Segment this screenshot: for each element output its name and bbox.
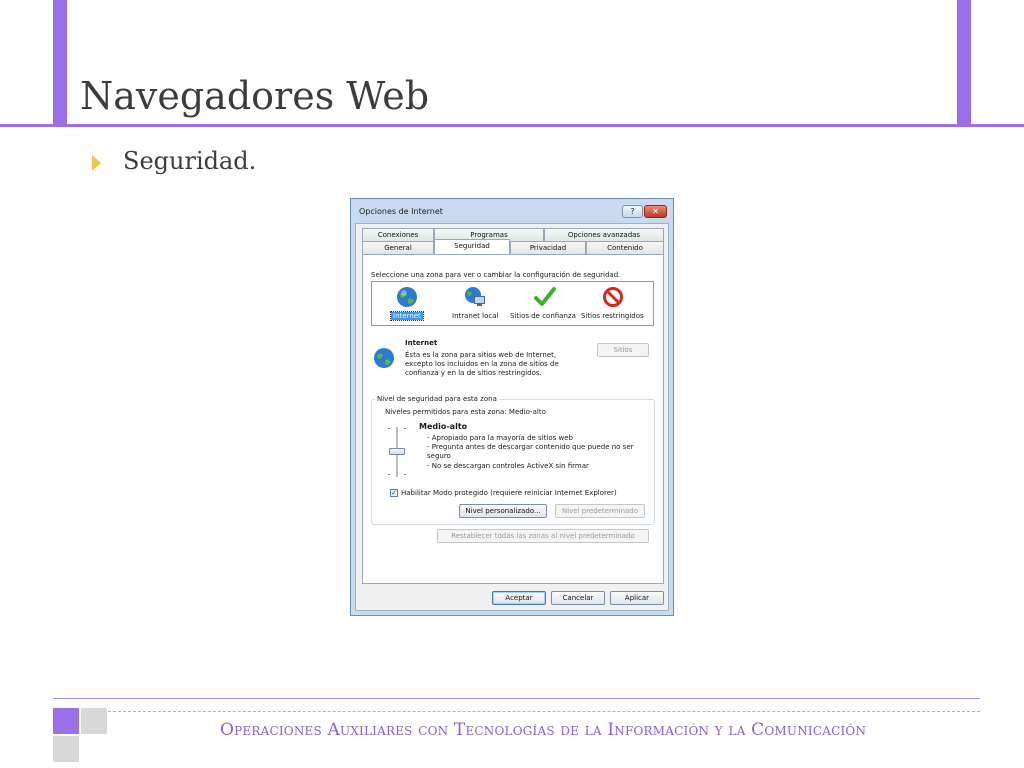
slider-tick [388,474,390,475]
close-button[interactable]: ✕ [644,205,667,218]
apply-button[interactable]: Aplicar [610,591,664,605]
sites-button[interactable]: Sitios [597,343,649,357]
allowed-levels-text: Niveles permitidos para esta zona: Medio… [385,408,546,416]
prohibited-icon[interactable] [602,286,624,308]
slider-tick [404,428,406,429]
footer-dashed-rule [108,711,980,712]
slider-tick [404,474,406,475]
tab-conexiones[interactable]: Conexiones [362,228,434,241]
zone-sitios-restringidos[interactable]: Sitios restringidos [581,312,644,320]
tab-opciones-avanzadas[interactable]: Opciones avanzadas [544,228,664,241]
tab-seguridad[interactable]: Seguridad [434,239,510,254]
footer-rule [53,698,980,699]
left-accent-bar [53,0,67,126]
right-accent-bar [957,0,971,126]
slide-title: Navegadores Web [80,74,430,118]
globe-icon[interactable] [396,286,418,308]
footer-square-grey-lower [53,736,79,762]
level-name: Medio-alto [419,422,468,431]
tab-general[interactable]: General [362,241,434,254]
level-detail-3: - No se descargan controles ActiveX sin … [427,462,589,470]
cancel-button[interactable]: Cancelar [551,591,605,605]
zone-sitios-confianza[interactable]: Sitios de confianza [510,312,576,320]
footer-square-grey [81,708,107,734]
footer-square-purple [53,708,79,734]
zone-info-line1: Ésta es la zona para sitios web de Inter… [405,351,557,359]
footer-text: Operaciones Auxiliares con Tecnologías d… [220,720,867,740]
level-detail-1: - Apropiado para la mayoría de sitios we… [427,434,573,442]
slider-tick [388,428,390,429]
protected-mode-checkbox[interactable]: ✓ [390,489,398,497]
bullet-text: Seguridad. [123,147,257,175]
dialog-title: Opciones de Internet [359,207,443,216]
zone-list: Internet Intranet local Sitios de confia… [371,281,654,326]
internet-options-dialog: Opciones de Internet ? ✕ Conexiones Prog… [350,198,674,616]
level-detail-2: - Pregunta antes de descargar contenido … [427,443,634,451]
zone-prompt: Seleccione una zona para ver o cambiar l… [371,271,621,279]
tab-privacidad[interactable]: Privacidad [510,241,586,254]
internet-zone-globe-icon [374,348,394,368]
checkmark-icon[interactable] [534,286,556,308]
bullet-arrow-icon [92,155,101,171]
accept-button[interactable]: Aceptar [492,591,546,605]
zone-info-name: Internet [405,339,438,347]
zone-info-line2: excepto los incluidos en la zona de siti… [405,360,559,368]
reset-all-zones-button[interactable]: Restablecer todas las zonas al nivel pre… [437,529,649,543]
zone-info-line3: confianza y en la de sitios restringidos… [405,369,542,377]
zone-intranet-local[interactable]: Intranet local [452,312,498,320]
tab-contenido[interactable]: Contenido [586,241,664,254]
title-divider [0,124,1024,127]
intranet-icon[interactable] [464,286,486,308]
zone-internet[interactable]: Internet [390,311,424,321]
security-slider-thumb[interactable] [389,448,405,455]
level-detail-2b: seguro [427,452,451,460]
help-button[interactable]: ? [622,205,643,218]
custom-level-button[interactable]: Nivel personalizado... [459,504,547,518]
protected-mode-label: Habilitar Modo protegido (requiere reini… [401,489,617,497]
security-level-legend: Nivel de seguridad para esta zona [375,395,499,403]
default-level-button[interactable]: Nivel predeterminado [555,504,645,518]
